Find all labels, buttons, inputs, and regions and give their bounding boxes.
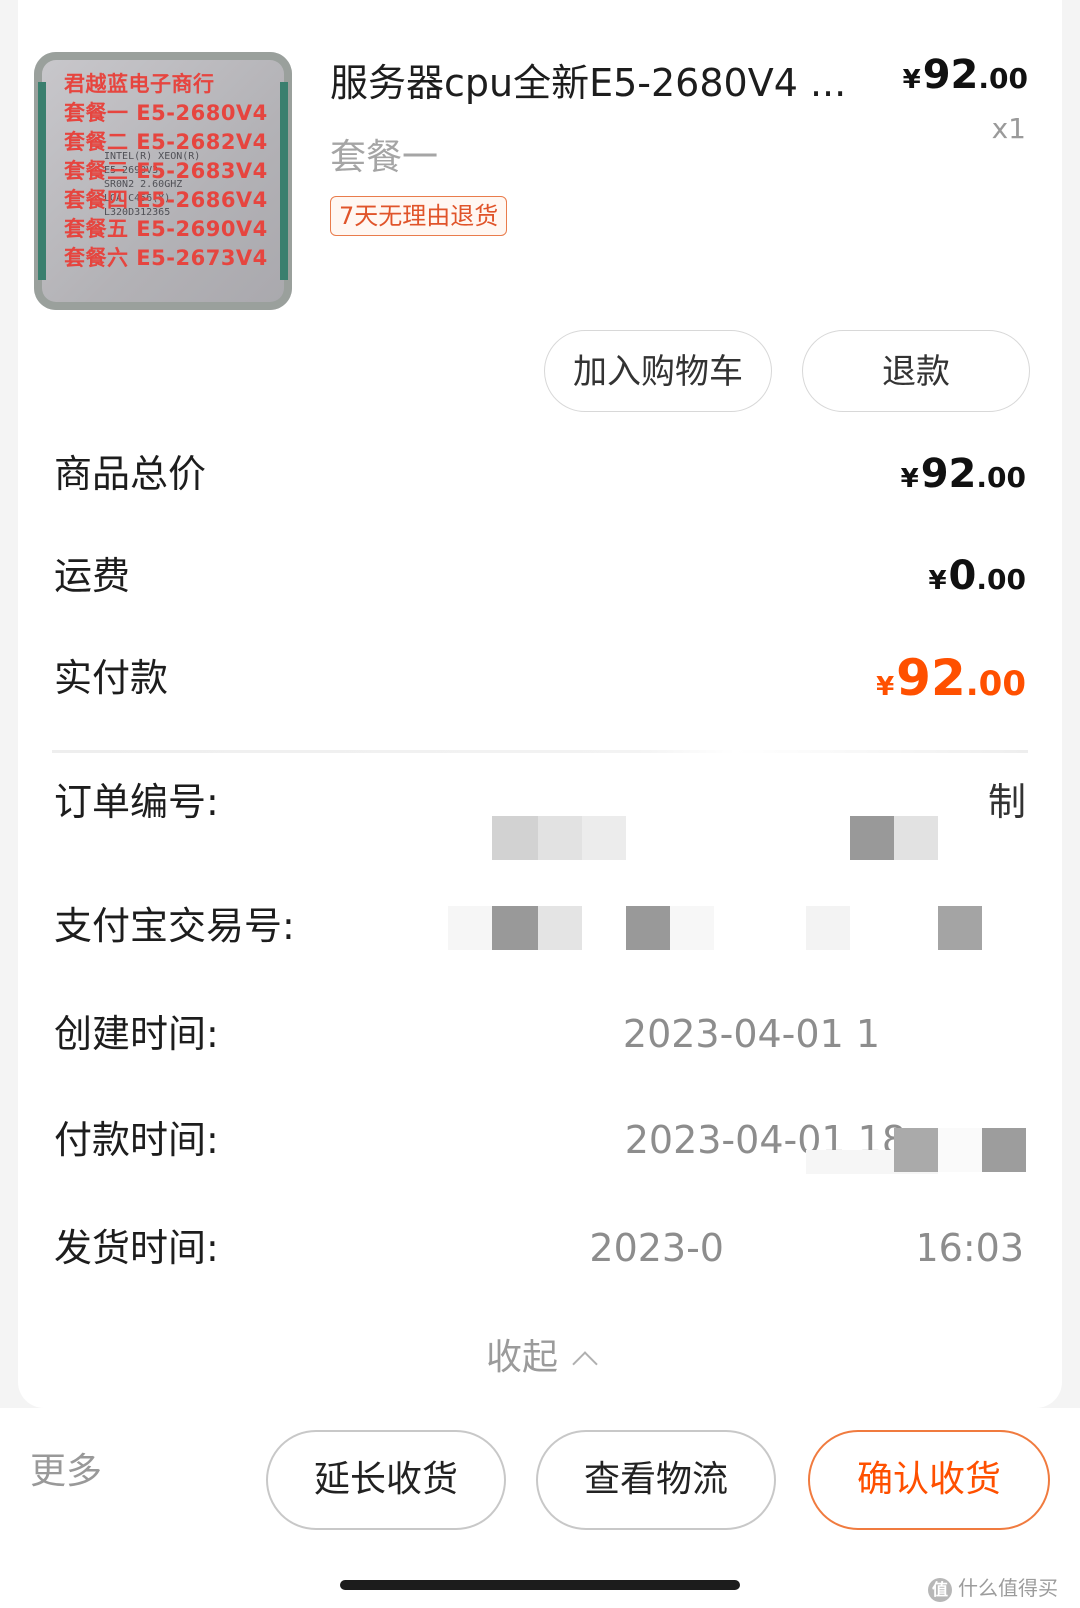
watermark-line: 套餐三 E5-2683V4: [64, 159, 268, 183]
redacted-block: [492, 906, 538, 950]
watermark-line: 套餐四 E5-2686V4: [64, 188, 268, 212]
divider: [52, 750, 1028, 753]
watermark-text: 什么值得买: [958, 1576, 1058, 1600]
watermark-line: 套餐一 E5-2680V4: [64, 101, 268, 125]
redacted-block: [538, 906, 582, 950]
redacted-block: [770, 1220, 920, 1278]
currency-symbol: ¥: [928, 566, 947, 596]
watermark-line: 套餐五 E5-2690V4: [64, 217, 268, 241]
created-time-label: 创建时间:: [54, 1012, 219, 1056]
currency-symbol: ¥: [900, 464, 919, 494]
redacted-block: [894, 1128, 938, 1172]
redacted-block: [850, 816, 894, 860]
product-title[interactable]: 服务器cpu全新E5-2680V4 ...: [330, 52, 846, 107]
created-time-value: 2023-04-01 1: [622, 1012, 880, 1056]
amount-integer: 92: [896, 649, 966, 707]
amount-decimal: .00: [976, 563, 1026, 596]
redacted-block: [938, 1128, 982, 1172]
home-indicator[interactable]: [340, 1580, 740, 1590]
redacted-block: [492, 816, 538, 860]
amount-decimal: .00: [965, 664, 1026, 704]
redacted-block: [538, 816, 582, 860]
redacted-block: [448, 906, 492, 950]
collapse-toggle[interactable]: 收起: [0, 1328, 1080, 1380]
product-image[interactable]: INTEL(R) XEON(R) E5-2690V3 SR0N2 2.60GHZ…: [34, 52, 292, 310]
currency-symbol: ¥: [876, 672, 895, 702]
redacted-block: [626, 906, 670, 950]
watermark-line: 套餐六 E5-2673V4: [64, 246, 268, 270]
product-variant: 套餐一: [330, 137, 439, 178]
redacted-block: [938, 906, 982, 950]
created-time-row: 创建时间: 2023-04-01 1: [54, 1004, 1026, 1064]
redacted-block: [582, 816, 626, 860]
shipping-label: 运费: [54, 554, 131, 598]
watermark-line: 君越蓝电子商行: [64, 72, 215, 96]
refund-button[interactable]: 退款: [802, 330, 1030, 412]
chevron-up-icon: [572, 1351, 598, 1377]
watermark-logo-icon: 值: [928, 1578, 952, 1602]
collapse-label: 收起: [485, 1337, 558, 1378]
site-watermark: 值什么值得买: [928, 1572, 1058, 1602]
amount-integer: 0: [948, 553, 977, 599]
view-logistics-button[interactable]: 查看物流: [536, 1430, 776, 1530]
order-number-label: 订单编号:: [54, 780, 219, 824]
amount-integer: 92: [920, 451, 977, 497]
price-decimal: .00: [978, 62, 1028, 95]
watermark-line: 套餐二 E5-2682V4: [64, 130, 268, 154]
return-policy-badge: 7天无理由退货: [330, 196, 508, 236]
paid-time-label: 付款时间:: [54, 1118, 219, 1162]
shipped-time-value-date: 2023-0: [589, 1226, 724, 1270]
confirm-receipt-button[interactable]: 确认收货: [808, 1430, 1050, 1530]
paid-row: 实付款 ¥92.00: [54, 648, 1026, 708]
redacted-block: [670, 906, 714, 950]
more-button[interactable]: 更多: [30, 1442, 102, 1494]
shipped-time-value-time: 16:03: [914, 1226, 1024, 1270]
product-price: ¥92.00: [903, 52, 1028, 98]
copy-order-number-button[interactable]: 制: [988, 772, 1026, 832]
image-watermark: 君越蓝电子商行 套餐一 E5-2680V4 套餐二 E5-2682V4 套餐三 …: [64, 70, 276, 273]
currency-symbol: ¥: [902, 65, 921, 95]
alipay-trade-label: 支付宝交易号:: [54, 904, 295, 948]
goods-total-amount: ¥92.00: [901, 444, 1026, 509]
redacted-block: [894, 816, 938, 860]
redacted-block: [806, 906, 850, 950]
price-integer: 92: [922, 52, 979, 98]
chip-edge-right: [280, 82, 288, 280]
extend-receipt-button[interactable]: 延长收货: [266, 1430, 506, 1530]
paid-label: 实付款: [54, 656, 169, 700]
goods-total-label: 商品总价: [54, 452, 207, 496]
chip-edge-left: [38, 82, 46, 280]
add-to-cart-button[interactable]: 加入购物车: [544, 330, 772, 412]
redacted-block: [982, 1128, 1026, 1172]
shipped-time-label: 发货时间:: [54, 1226, 219, 1270]
goods-total-row: 商品总价 ¥92.00: [54, 444, 1026, 504]
product-quantity: x1: [991, 112, 1026, 145]
amount-decimal: .00: [976, 461, 1026, 494]
paid-amount: ¥92.00: [876, 648, 1026, 717]
shipping-row: 运费 ¥0.00: [54, 546, 1026, 606]
shipping-amount: ¥0.00: [928, 546, 1026, 611]
